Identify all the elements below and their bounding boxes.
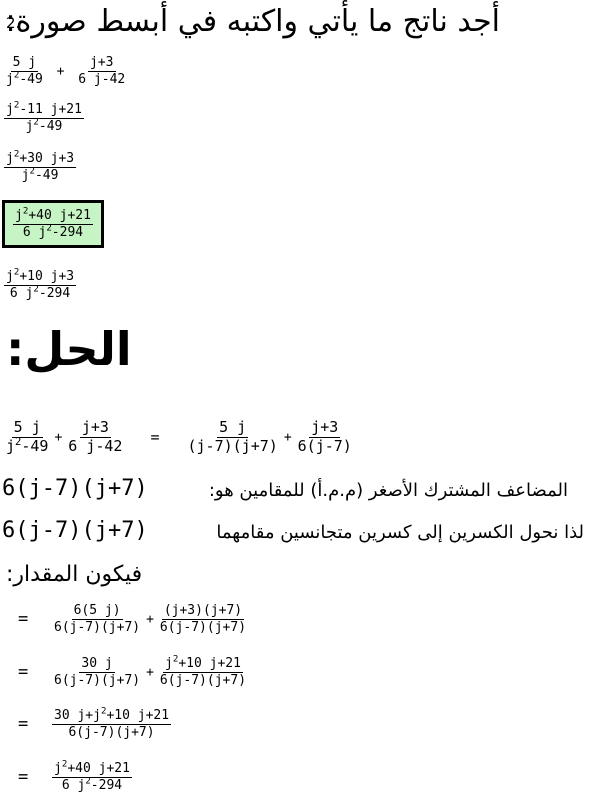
- solution-heading: الحل:: [6, 322, 132, 376]
- convert-denominator: 6(j-7)(j+7): [2, 518, 148, 543]
- fraction: 5 j j2-49: [4, 56, 45, 86]
- denominator: j2-49: [25, 117, 63, 134]
- choice-4[interactable]: j2+10 j+3 6 j2-294: [4, 267, 77, 301]
- denominator: 6 j-42: [78, 71, 126, 87]
- lcm-text: المضاعف المشترك الأصغر (م.م.أ) للمقامين …: [208, 480, 568, 501]
- numerator: j2-11 j+21: [4, 100, 84, 119]
- question-number: 2.: [6, 14, 21, 32]
- fraction: j+3 6 j-42: [76, 56, 127, 86]
- numerator: j2+10 j+3: [4, 267, 77, 286]
- plus-sign: +: [56, 63, 65, 79]
- lcm-value: 6(j-7)(j+7): [2, 476, 148, 501]
- numerator: j+3: [88, 55, 116, 72]
- numerator: 5 j: [10, 55, 39, 72]
- question-expression: 5 j j2-49 + j+3 6 j-42: [4, 56, 127, 86]
- question-text: أجد ناتج ما يأتي واكتبه في أبسط صورة:: [5, 4, 501, 39]
- step-1: = 6(5 j) 6(j-7)(j+7) + (j+3)(j+7) 6(j-7)(j…: [18, 603, 247, 635]
- result-label: فيكون المقدار:: [6, 562, 143, 587]
- numerator: j2+40 j+21: [13, 206, 93, 225]
- choice-2[interactable]: j2+30 j+3 j2-49: [4, 149, 77, 183]
- denominator: 6 j2-294: [9, 284, 71, 301]
- denominator: 6 j2-294: [22, 223, 84, 240]
- numerator: j2+30 j+3: [4, 149, 77, 168]
- convert-text: لذا نحول الكسرين إلى كسرين متجانسين مقام…: [216, 522, 584, 543]
- step-3: = 30 j+j2+10 j+21 6(j-7)(j+7): [18, 706, 172, 740]
- step-2: = 30 j 6(j-7)(j+7) + j2+10 j+21 6(j-7)(j+7…: [18, 654, 247, 688]
- denominator: j2-49: [21, 166, 59, 183]
- choice-3-selected[interactable]: j2+40 j+21 6 j2-294: [2, 200, 104, 249]
- factored-line: 5 j j2-49 + j+3 6 j-42 = 5 j (j-7)(j+7) + j…: [6, 418, 352, 455]
- step-4: = j2+40 j+21 6 j2-294: [18, 759, 132, 793]
- choice-1[interactable]: j2-11 j+21 j2-49: [4, 100, 84, 134]
- denominator: j2-49: [6, 70, 43, 87]
